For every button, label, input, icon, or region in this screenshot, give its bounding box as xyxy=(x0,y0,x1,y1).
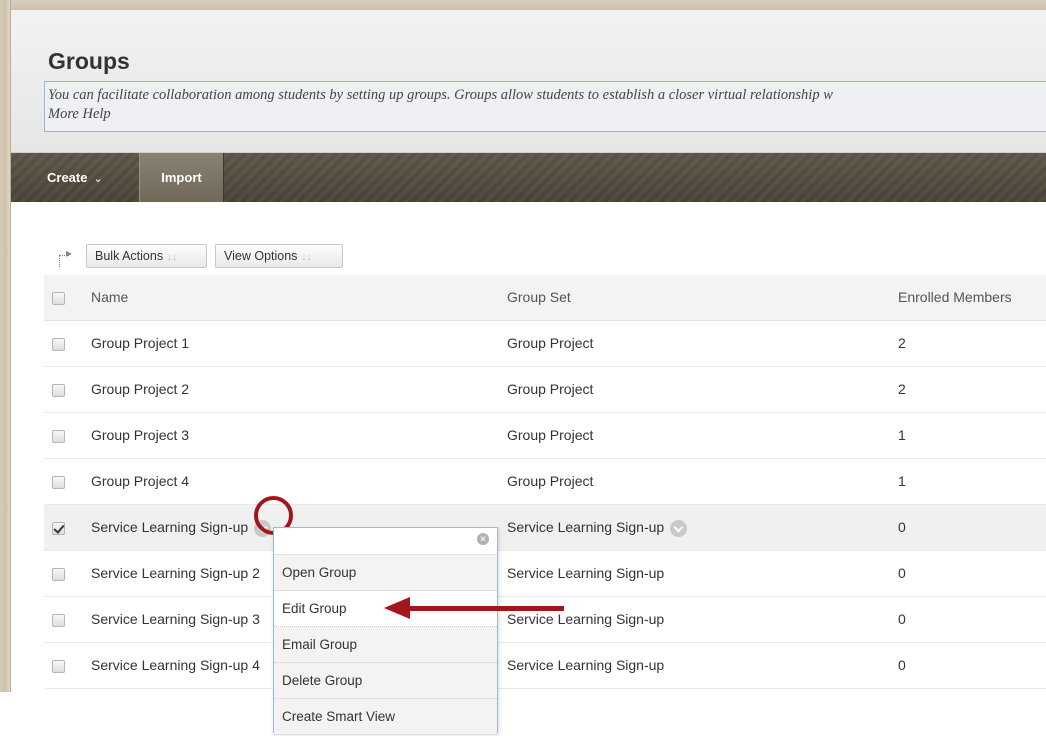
chevron-down-icon: ⌄ xyxy=(93,173,103,185)
create-label: Create xyxy=(47,170,88,185)
page-title: Groups xyxy=(48,48,130,74)
create-button[interactable]: Create ⌄ xyxy=(37,153,139,202)
double-chevron-down-icon: ↓↓ xyxy=(167,252,178,263)
window-frame-top xyxy=(0,0,1046,10)
table-row-selected: Service Learning Sign-up Service Learnin… xyxy=(44,505,1046,551)
group-name[interactable]: Service Learning Sign-up 2 xyxy=(91,551,260,597)
select-all-checkbox[interactable] xyxy=(52,291,65,305)
enrolled-members: 0 xyxy=(898,565,906,581)
view-options-button[interactable]: View Options ↓↓ xyxy=(215,244,343,268)
column-header-name[interactable]: Name xyxy=(91,275,128,321)
table-row: Service Learning Sign-up 2 Service Learn… xyxy=(44,551,1046,597)
double-chevron-down-icon: ↓↓ xyxy=(301,252,312,263)
menu-item-open-group[interactable]: Open Group xyxy=(274,555,497,591)
group-name[interactable]: Group Project 4 xyxy=(91,459,189,505)
group-name[interactable]: Service Learning Sign-up xyxy=(91,519,248,535)
bulk-actions-label: Bulk Actions xyxy=(95,249,164,263)
menu-item-edit-group[interactable]: Edit Group xyxy=(274,591,497,627)
row-checkbox[interactable] xyxy=(52,337,65,351)
enrolled-members: 2 xyxy=(898,381,906,397)
group-set[interactable]: Service Learning Sign-up xyxy=(507,519,664,535)
row-checkbox[interactable] xyxy=(52,659,65,673)
table-header-row: Name Group Set Enrolled Members xyxy=(44,275,1046,321)
column-header-group-set[interactable]: Group Set xyxy=(507,275,571,321)
table-row: Group Project 3 Group Project 1 xyxy=(44,413,1046,459)
group-name[interactable]: Group Project 2 xyxy=(91,367,189,413)
options-chevron-icon[interactable] xyxy=(670,519,688,537)
close-icon[interactable]: ✕ xyxy=(477,533,489,545)
enrolled-members: 1 xyxy=(898,473,906,489)
group-set[interactable]: Service Learning Sign-up xyxy=(507,643,664,689)
bulk-select-arrow-icon: ▸ xyxy=(55,246,75,267)
group-set[interactable]: Group Project xyxy=(507,413,593,459)
groups-table: Name Group Set Enrolled Members Group Pr… xyxy=(44,275,1046,689)
table-row: Group Project 4 Group Project 1 xyxy=(44,459,1046,505)
enrolled-members: 1 xyxy=(898,427,906,443)
group-set[interactable]: Service Learning Sign-up xyxy=(507,597,664,643)
table-row: Service Learning Sign-up 4 Service Learn… xyxy=(44,643,1046,689)
column-header-enrolled-members[interactable]: Enrolled Members xyxy=(898,275,1012,321)
row-checkbox[interactable] xyxy=(52,475,65,489)
enrolled-members: 0 xyxy=(898,657,906,673)
menu-item-create-smart-view[interactable]: Create Smart View xyxy=(274,699,497,735)
action-bar: Create ⌄ Import xyxy=(11,153,1046,202)
import-button[interactable]: Import xyxy=(139,153,224,202)
group-set[interactable]: Group Project xyxy=(507,459,593,505)
window-frame-left xyxy=(0,0,11,692)
options-chevron-icon[interactable] xyxy=(254,519,272,537)
groups-page: Groups You can facilitate collaboration … xyxy=(11,10,1046,692)
row-checkbox[interactable] xyxy=(52,383,65,397)
table-row: Group Project 1 Group Project 2 xyxy=(44,321,1046,367)
group-name[interactable]: Service Learning Sign-up 3 xyxy=(91,597,260,643)
row-checkbox[interactable] xyxy=(52,567,65,581)
menu-item-email-group[interactable]: Email Group xyxy=(274,627,497,663)
table-row: Group Project 2 Group Project 2 xyxy=(44,367,1046,413)
help-text-box: You can facilitate collaboration among s… xyxy=(44,81,1046,132)
view-options-label: View Options xyxy=(224,249,298,263)
row-checkbox[interactable] xyxy=(52,429,65,443)
group-name[interactable]: Group Project 1 xyxy=(91,321,189,367)
group-set[interactable]: Service Learning Sign-up xyxy=(507,551,664,597)
row-checkbox[interactable] xyxy=(52,613,65,627)
group-name[interactable]: Service Learning Sign-up 4 xyxy=(91,643,260,689)
more-help-link[interactable]: More Help xyxy=(48,105,1046,124)
page-header: Groups You can facilitate collaboration … xyxy=(11,10,1046,153)
group-name[interactable]: Group Project 3 xyxy=(91,413,189,459)
enrolled-members: 0 xyxy=(898,611,906,627)
help-text: You can facilitate collaboration among s… xyxy=(48,87,833,103)
bulk-actions-button[interactable]: Bulk Actions ↓↓ xyxy=(86,244,207,268)
group-set[interactable]: Group Project xyxy=(507,367,593,413)
menu-header: ✕ xyxy=(274,528,497,555)
enrolled-members: 2 xyxy=(898,335,906,351)
enrolled-members: 0 xyxy=(898,519,906,535)
table-row: Service Learning Sign-up 3 Service Learn… xyxy=(44,597,1046,643)
group-context-menu: ✕ Open Group Edit Group Email Group Dele… xyxy=(273,527,498,735)
menu-item-delete-group[interactable]: Delete Group xyxy=(274,663,497,699)
group-set[interactable]: Group Project xyxy=(507,321,593,367)
row-checkbox-checked[interactable] xyxy=(52,521,65,535)
